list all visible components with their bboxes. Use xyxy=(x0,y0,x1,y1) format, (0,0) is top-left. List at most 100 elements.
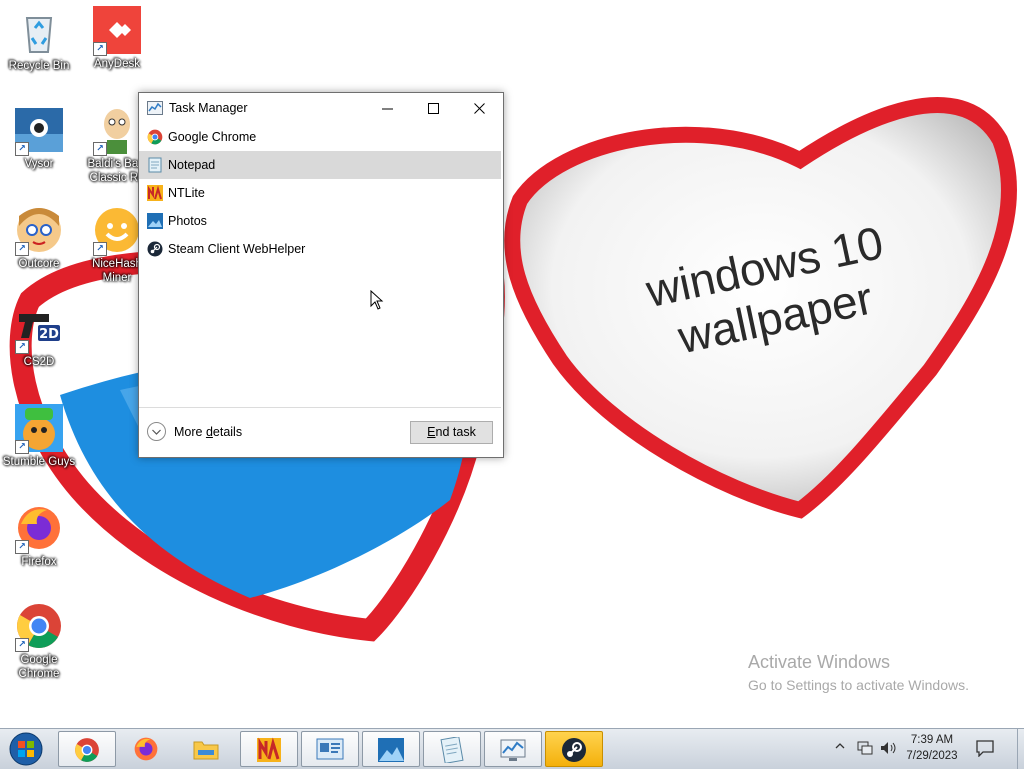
clock[interactable]: 7:39 AM 7/29/2023 xyxy=(904,732,960,764)
desktop-icon-label: Recycle Bin xyxy=(8,60,70,72)
minimize-button[interactable] xyxy=(365,93,411,123)
clock-date: 7/29/2023 xyxy=(906,750,958,762)
maximize-icon xyxy=(428,103,439,114)
desktop-icon-anydesk[interactable]: ↗ AnyDesk xyxy=(78,6,156,71)
task-manager-window[interactable]: Task Manager Google Chrome Notepad NTLit… xyxy=(138,92,504,458)
end-task-text: nd task xyxy=(435,425,476,439)
photos-icon xyxy=(378,738,404,762)
vysor-icon: ↗ xyxy=(15,106,63,156)
app-row-ntlite[interactable]: NTLite xyxy=(139,179,501,207)
desktop-icon-outcore[interactable]: ↗ Outcore xyxy=(0,206,78,271)
taskbar-chrome-button[interactable] xyxy=(58,731,116,767)
app-name: Notepad xyxy=(168,158,216,172)
taskbar-notepad-button[interactable] xyxy=(423,731,481,767)
desktop-icon-stumble-guys[interactable]: ↗ Stumble Guys xyxy=(0,404,78,469)
shortcut-arrow-icon: ↗ xyxy=(15,242,29,256)
shortcut-arrow-icon: ↗ xyxy=(15,440,29,454)
shortcut-arrow-icon: ↗ xyxy=(15,142,29,156)
task-manager-icon xyxy=(147,101,163,120)
desktop-icon-label: CS2D xyxy=(23,356,55,368)
desktop-icon-label: Outcore xyxy=(18,258,60,270)
folder-icon xyxy=(193,741,219,760)
mouse-cursor-icon xyxy=(370,290,384,310)
shortcut-arrow-icon: ↗ xyxy=(15,638,29,652)
desktop-icon-cs2d[interactable]: 2D ↗ CS2D xyxy=(0,304,78,369)
photos-icon xyxy=(147,213,163,229)
desktop-icon-recycle-bin[interactable]: Recycle Bin xyxy=(0,8,78,73)
steam-icon xyxy=(562,738,586,762)
app-name: NTLite xyxy=(168,186,205,200)
more-details-accel: d xyxy=(205,425,213,439)
desktop-icon-firefox[interactable]: ↗ Firefox xyxy=(0,504,78,569)
task-manager-footer: More details End task xyxy=(139,407,501,457)
task-manager-icon xyxy=(500,739,526,761)
app-row-google-chrome[interactable]: Google Chrome xyxy=(139,123,501,151)
desktop-icon-label: AnyDesk xyxy=(93,58,141,70)
taskbar-photos-button[interactable] xyxy=(362,731,420,767)
anydesk-icon: ↗ xyxy=(93,6,141,56)
clock-time: 7:39 AM xyxy=(910,734,954,746)
close-button[interactable] xyxy=(457,93,503,123)
taskbar: 7:39 AM 7/29/2023 xyxy=(0,728,1024,769)
control-panel-icon xyxy=(316,738,344,760)
taskbar-steam-button[interactable] xyxy=(545,731,603,767)
app-row-steam-client-webhelper[interactable]: Steam Client WebHelper xyxy=(139,235,501,263)
desktop-icon-label: Firefox xyxy=(21,556,57,568)
title-bar[interactable]: Task Manager xyxy=(139,93,503,123)
app-name: Photos xyxy=(168,214,207,228)
taskbar-firefox-button[interactable] xyxy=(118,731,176,767)
taskbar-task-manager-button[interactable] xyxy=(484,731,542,767)
taskbar-file-explorer-button[interactable] xyxy=(178,731,236,767)
shortcut-arrow-icon: ↗ xyxy=(93,242,107,256)
more-details-text-post: etails xyxy=(212,425,243,439)
more-details-label: More details xyxy=(174,425,242,439)
close-icon xyxy=(474,103,485,114)
minimize-icon xyxy=(382,108,393,110)
end-task-accel: E xyxy=(427,425,436,439)
cs2d-icon: 2D ↗ xyxy=(15,304,63,354)
action-center-icon[interactable] xyxy=(975,739,995,757)
svg-text:2D: 2D xyxy=(39,327,59,342)
ntlite-icon xyxy=(147,185,163,201)
network-icon[interactable] xyxy=(857,740,873,756)
notepad-icon xyxy=(147,157,163,173)
firefox-icon xyxy=(134,737,158,761)
show-hidden-icons-chevron-icon[interactable] xyxy=(835,741,845,751)
maximize-button[interactable] xyxy=(411,93,457,123)
show-desktop-button[interactable] xyxy=(1017,729,1024,769)
activate-windows-watermark: Activate Windows Go to Settings to activ… xyxy=(748,652,969,693)
chevron-down-icon xyxy=(147,422,166,441)
nicehash-icon: ↗ xyxy=(93,206,141,256)
recycle-bin-icon xyxy=(15,8,63,56)
windows-orb-icon xyxy=(9,732,43,766)
desktop-icon-label: Stumble Guys xyxy=(2,456,76,468)
taskbar-ntlite-button[interactable] xyxy=(240,731,298,767)
ntlite-icon xyxy=(257,737,281,762)
watermark-title: Activate Windows xyxy=(748,652,891,672)
app-row-photos[interactable]: Photos xyxy=(139,207,501,235)
baldi-icon: ↗ xyxy=(93,106,141,156)
firefox-icon: ↗ xyxy=(15,504,63,554)
stumble-guys-icon: ↗ xyxy=(15,404,63,454)
chrome-icon: ↗ xyxy=(15,602,63,652)
desktop-icon-label: Google Chrome xyxy=(18,654,60,680)
app-row-notepad[interactable]: Notepad xyxy=(139,151,501,179)
window-title: Task Manager xyxy=(169,101,248,115)
desktop-icon-google-chrome[interactable]: ↗ Google Chrome xyxy=(0,602,78,681)
volume-icon[interactable] xyxy=(880,740,898,756)
desktop-icon-vysor[interactable]: ↗ Vysor xyxy=(0,106,78,171)
app-name: Google Chrome xyxy=(168,130,257,144)
outcore-icon: ↗ xyxy=(15,206,63,256)
watermark-subtitle: Go to Settings to activate Windows. xyxy=(748,677,969,693)
chrome-icon xyxy=(147,129,163,145)
chrome-icon xyxy=(75,738,99,762)
more-details-text-pre: More xyxy=(174,425,206,439)
app-name: Steam Client WebHelper xyxy=(168,242,306,256)
end-task-button[interactable]: End task xyxy=(410,421,493,444)
start-button[interactable] xyxy=(6,731,46,767)
desktop-icon-label: Vysor xyxy=(24,158,54,170)
shortcut-arrow-icon: ↗ xyxy=(15,540,29,554)
notepad-icon xyxy=(440,737,464,763)
taskbar-control-panel-button[interactable] xyxy=(301,731,359,767)
shortcut-arrow-icon: ↗ xyxy=(15,340,29,354)
